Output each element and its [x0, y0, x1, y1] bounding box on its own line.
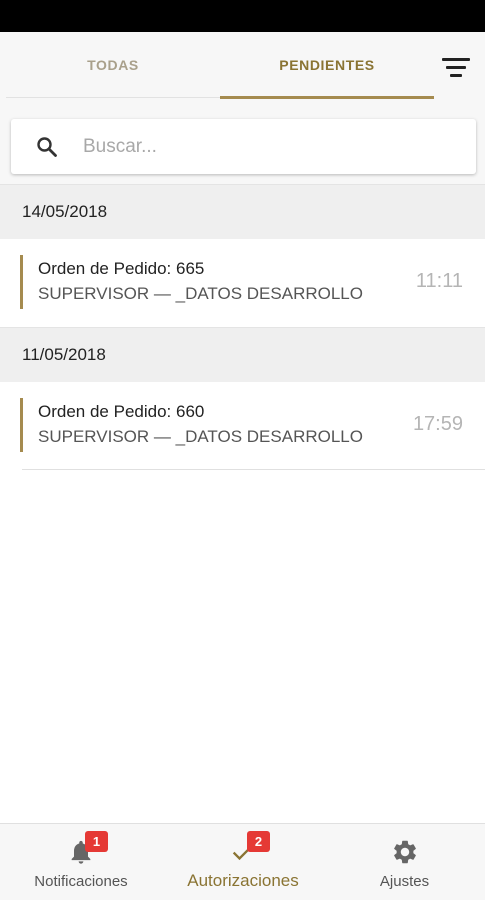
- authorization-badge: 2: [247, 831, 270, 852]
- nav-notificaciones[interactable]: 1 Notificaciones: [0, 824, 162, 900]
- bell-icon: 1: [67, 831, 108, 866]
- nav-label: Ajustes: [379, 873, 430, 890]
- notification-badge: 1: [85, 831, 108, 852]
- order-subtitle: SUPERVISOR — _DATOS DESARROLLO: [38, 427, 363, 446]
- gear-icon: [391, 838, 419, 866]
- order-list: 14/05/2018 Orden de Pedido: 665 SUPERVIS…: [0, 184, 485, 470]
- order-item[interactable]: Orden de Pedido: 660 SUPERVISOR — _DATOS…: [0, 382, 485, 470]
- nav-label: Autorizaciones: [187, 871, 299, 890]
- item-accent-bar: [20, 398, 23, 452]
- active-tab-indicator: [220, 96, 434, 99]
- item-divider: [22, 469, 485, 470]
- order-item[interactable]: Orden de Pedido: 665 SUPERVISOR — _DATOS…: [0, 239, 485, 327]
- nav-label: Notificaciones: [34, 873, 128, 890]
- search-area: [0, 100, 485, 184]
- filter-icon[interactable]: [436, 54, 476, 84]
- check-icon: 2: [229, 831, 270, 866]
- order-time: 11:11: [415, 270, 463, 292]
- order-title: Orden de Pedido: 660: [38, 402, 205, 421]
- tab-todas[interactable]: TODAS: [6, 32, 220, 98]
- order-subtitle: SUPERVISOR — _DATOS DESARROLLO: [38, 284, 363, 303]
- date-header: 11/05/2018: [0, 327, 485, 382]
- search-input[interactable]: [83, 127, 463, 167]
- tab-bar: TODAS PENDIENTES: [0, 32, 485, 100]
- nav-autorizaciones[interactable]: 2 Autorizaciones: [162, 824, 324, 900]
- nav-ajustes[interactable]: Ajustes: [324, 824, 485, 900]
- item-divider: [22, 326, 485, 327]
- search-box[interactable]: [11, 119, 476, 174]
- bottom-navigation: 1 Notificaciones 2 Autorizaciones Ajuste…: [0, 823, 485, 900]
- search-icon[interactable]: [35, 135, 59, 159]
- tab-pendientes[interactable]: PENDIENTES: [220, 32, 434, 98]
- order-title: Orden de Pedido: 665: [38, 259, 205, 278]
- date-header: 14/05/2018: [0, 184, 485, 239]
- status-bar: [0, 0, 485, 32]
- item-accent-bar: [20, 255, 23, 309]
- order-time: 17:59: [412, 413, 463, 435]
